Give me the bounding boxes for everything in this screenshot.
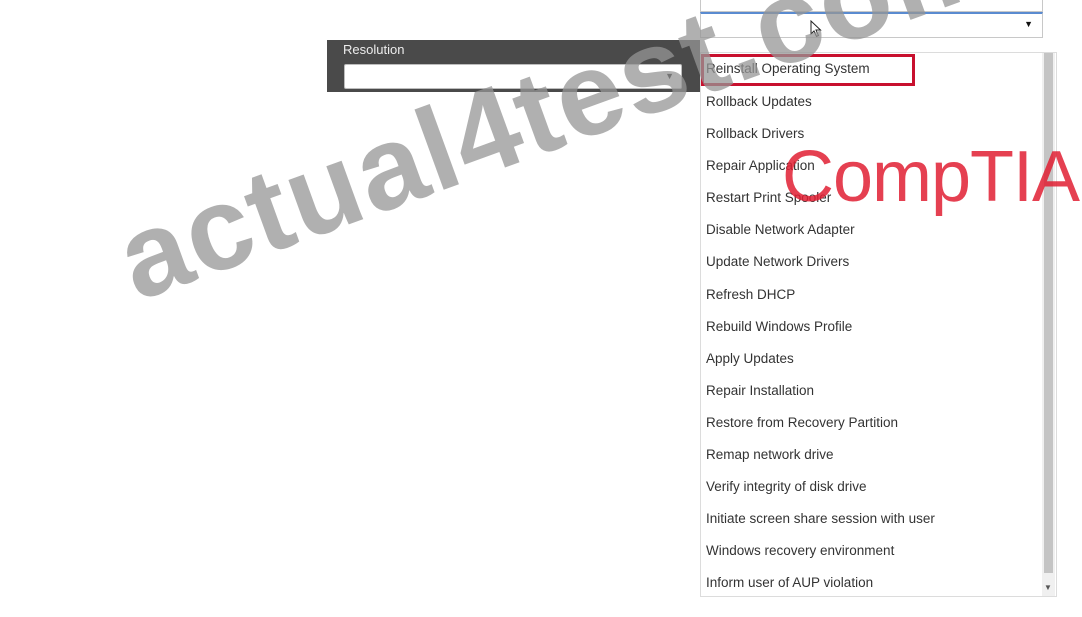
dropdown-option[interactable]: Inform user of AUP violation <box>701 567 1043 599</box>
dropdown-option[interactable]: Disable Network Adapter <box>701 214 1043 246</box>
dropdown-option[interactable]: Repair Installation <box>701 375 1043 407</box>
resolution-label: Resolution <box>343 42 405 57</box>
dropdown-option[interactable]: Restore from Recovery Partition <box>701 407 1043 439</box>
dropdown-option[interactable]: Repair Application <box>701 150 1043 182</box>
dropdown-list: Reinstall Operating System Rollback Updat… <box>700 52 1057 597</box>
dropdown-option[interactable]: Windows recovery environment <box>701 535 1043 567</box>
dropdown-option[interactable]: Update Network Drivers <box>701 246 1043 278</box>
dropdown-option[interactable]: Rebuild Windows Profile <box>701 311 1043 343</box>
mouse-cursor-icon <box>810 20 822 38</box>
scroll-down-arrow-icon[interactable]: ▼ <box>1044 584 1052 592</box>
dropdown-option[interactable]: Remap network drive <box>701 439 1043 471</box>
dropdown-option[interactable]: Rollback Updates <box>701 86 1043 118</box>
resolution-select[interactable]: ▼ <box>344 64 682 89</box>
dropdown-option[interactable]: Verify integrity of disk drive <box>701 471 1043 503</box>
scrollbar[interactable]: ▼ <box>1042 53 1055 596</box>
dropdown-option[interactable]: Refresh DHCP <box>701 279 1043 311</box>
previous-select-value: … <box>713 0 726 3</box>
screen: Resolution ▼ … ▼ Reinstall Operating Sys… <box>0 0 1082 617</box>
resolution-panel: Resolution ▼ <box>327 40 700 92</box>
dropdown-option[interactable]: Restart Print Spooler <box>701 182 1043 214</box>
dropdown-option-highlighted[interactable]: Reinstall Operating System <box>701 54 915 86</box>
dropdown-option[interactable]: Rollback Drivers <box>701 118 1043 150</box>
dropdown-option[interactable]: Apply Updates <box>701 343 1043 375</box>
chevron-down-icon: ▼ <box>665 71 674 81</box>
dropdown-option[interactable]: Initiate screen share session with user <box>701 503 1043 535</box>
dropdown-options: Reinstall Operating System Rollback Updat… <box>701 53 1043 600</box>
chevron-down-icon: ▼ <box>1024 19 1033 29</box>
previous-select-cropped[interactable]: … <box>700 0 1043 12</box>
scrollbar-thumb[interactable] <box>1044 53 1053 573</box>
resolution-action-select[interactable]: ▼ <box>700 12 1043 38</box>
